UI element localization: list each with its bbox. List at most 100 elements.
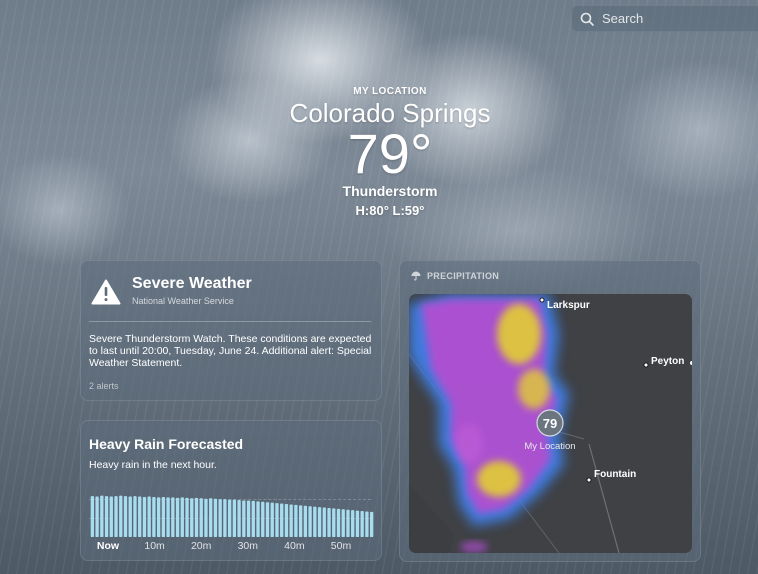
rain-intensity-bar bbox=[156, 497, 161, 537]
rain-intensity-bar bbox=[209, 498, 213, 537]
rain-intensity-bar bbox=[190, 498, 194, 537]
alert-count: 2 alerts bbox=[89, 381, 119, 391]
map-terrain bbox=[409, 484, 454, 553]
place-dot bbox=[586, 477, 592, 483]
rain-intensity-bar bbox=[313, 506, 317, 537]
place-dot bbox=[690, 361, 692, 365]
rain-intensity-bar bbox=[346, 509, 350, 537]
rain-intensity-bar bbox=[119, 495, 123, 537]
search-field[interactable] bbox=[571, 5, 758, 32]
rain-intensity-bar bbox=[327, 507, 331, 537]
radar-yellow-cell bbox=[497, 304, 541, 364]
rain-intensity-bar bbox=[109, 496, 113, 537]
rain-intensity-bar bbox=[341, 509, 345, 537]
rain-intensity-bar bbox=[213, 498, 218, 537]
rain-intensity-bar bbox=[128, 496, 132, 537]
umbrella-icon bbox=[411, 271, 421, 281]
radar-yellow-cell bbox=[477, 461, 521, 497]
radar-map: Larkspur Peyton Fountain 79 My Location bbox=[409, 294, 692, 553]
rain-intensity-bar bbox=[336, 508, 341, 537]
time-label: 40m bbox=[284, 540, 305, 552]
rain-intensity-bar bbox=[138, 496, 142, 537]
rain-intensity-bar bbox=[194, 497, 199, 537]
current-temperature: 79° bbox=[347, 122, 433, 185]
time-label: 30m bbox=[237, 540, 259, 552]
rain-intensity-bar bbox=[284, 504, 289, 537]
rain-intensity-bar bbox=[175, 497, 180, 537]
rain-intensity-bar bbox=[265, 502, 270, 537]
rain-intensity-bar bbox=[171, 497, 175, 537]
place-dot bbox=[539, 297, 545, 303]
rain-intensity-bar bbox=[360, 511, 364, 537]
location-label: MY LOCATION bbox=[353, 86, 427, 97]
rain-intensity-bar bbox=[166, 497, 170, 537]
place-dot bbox=[643, 362, 649, 368]
time-label: 50m bbox=[330, 540, 352, 552]
rain-forecast-title: Heavy Rain Forecasted bbox=[89, 436, 244, 452]
rain-intensity-bar bbox=[289, 504, 293, 537]
rain-intensity-bar bbox=[303, 505, 308, 537]
rain-intensity-bar bbox=[251, 500, 255, 537]
search-input[interactable] bbox=[600, 10, 754, 27]
severe-weather-card[interactable]: Severe Weather National Weather Service … bbox=[80, 260, 382, 401]
rain-forecast-card[interactable]: Heavy Rain Forecasted Heavy rain in the … bbox=[80, 420, 382, 561]
rain-intensity-bar bbox=[199, 498, 203, 537]
rain-intensity-bar bbox=[142, 496, 147, 537]
rain-intensity-bar bbox=[100, 495, 104, 537]
rain-intensity-bar bbox=[261, 501, 265, 537]
rain-intensity-bar bbox=[298, 505, 303, 537]
rain-intensity-bar bbox=[237, 500, 241, 537]
rain-intensity-bar bbox=[123, 496, 128, 537]
search-icon bbox=[580, 12, 594, 26]
rain-intensity-bar bbox=[275, 503, 279, 537]
alert-description: Severe Thunderstorm Watch. These conditi… bbox=[89, 333, 372, 369]
rain-intensity-bar bbox=[270, 502, 274, 537]
rain-intensity-bar bbox=[133, 496, 137, 537]
time-label: 20m bbox=[190, 540, 212, 552]
weather-condition: Thunderstorm bbox=[342, 183, 438, 199]
rain-intensity-bar bbox=[218, 499, 222, 537]
time-label: 10m bbox=[144, 540, 165, 552]
rain-intensity-bar bbox=[204, 498, 208, 537]
rain-intensity-bar bbox=[95, 496, 99, 537]
rain-intensity-bar bbox=[317, 507, 322, 537]
place-label-larkspur: Larkspur bbox=[547, 300, 590, 311]
rain-intensity-bar bbox=[104, 496, 109, 537]
rain-intensity-chart bbox=[90, 495, 374, 537]
precipitation-title: PRECIPITATION bbox=[427, 271, 500, 281]
radar-yellow-cell bbox=[518, 369, 550, 409]
rain-intensity-bar bbox=[322, 507, 326, 537]
radar-magenta-area bbox=[460, 541, 488, 553]
severe-weather-title: Severe Weather bbox=[132, 275, 252, 292]
rain-intensity-bar bbox=[294, 504, 298, 537]
rain-intensity-bar bbox=[369, 511, 374, 537]
rain-intensity-bar bbox=[180, 497, 184, 537]
rain-intensity-bar bbox=[332, 508, 336, 537]
road-line bbox=[588, 443, 620, 553]
precipitation-map[interactable]: Larkspur Peyton Fountain 79 My Location bbox=[409, 294, 692, 553]
my-location-label: My Location bbox=[524, 441, 575, 452]
rain-intensity-bar bbox=[246, 500, 251, 537]
rain-intensity-bar bbox=[351, 510, 355, 537]
rain-intensity-bar bbox=[280, 503, 284, 537]
place-label-fountain: Fountain bbox=[594, 469, 636, 480]
rain-intensity-bar bbox=[365, 511, 369, 537]
my-location-temperature: 79 bbox=[543, 416, 557, 431]
rain-forecast-subtitle: Heavy rain in the next hour. bbox=[89, 459, 217, 471]
time-label: Now bbox=[96, 540, 120, 552]
rain-intensity-bar bbox=[223, 499, 227, 537]
radar-magenta-area bbox=[455, 424, 483, 464]
precipitation-card[interactable]: PRECIPITATION Larkspur Peyton Fountain 7… bbox=[399, 260, 701, 562]
alert-source: National Weather Service bbox=[132, 296, 234, 306]
rain-intensity-bar bbox=[227, 499, 232, 537]
divider bbox=[89, 321, 371, 322]
rain-intensity-bar bbox=[161, 496, 166, 537]
rain-intensity-bar bbox=[256, 501, 260, 537]
rain-intensity-bar bbox=[90, 496, 95, 537]
rain-intensity-bar bbox=[152, 496, 156, 537]
rain-intensity-bar bbox=[308, 506, 312, 537]
rain-intensity-bar bbox=[185, 497, 189, 537]
high-low-temperature: H:80° L:59° bbox=[355, 203, 425, 218]
place-label-peyton: Peyton bbox=[651, 356, 684, 367]
warning-triangle-icon bbox=[91, 279, 121, 305]
